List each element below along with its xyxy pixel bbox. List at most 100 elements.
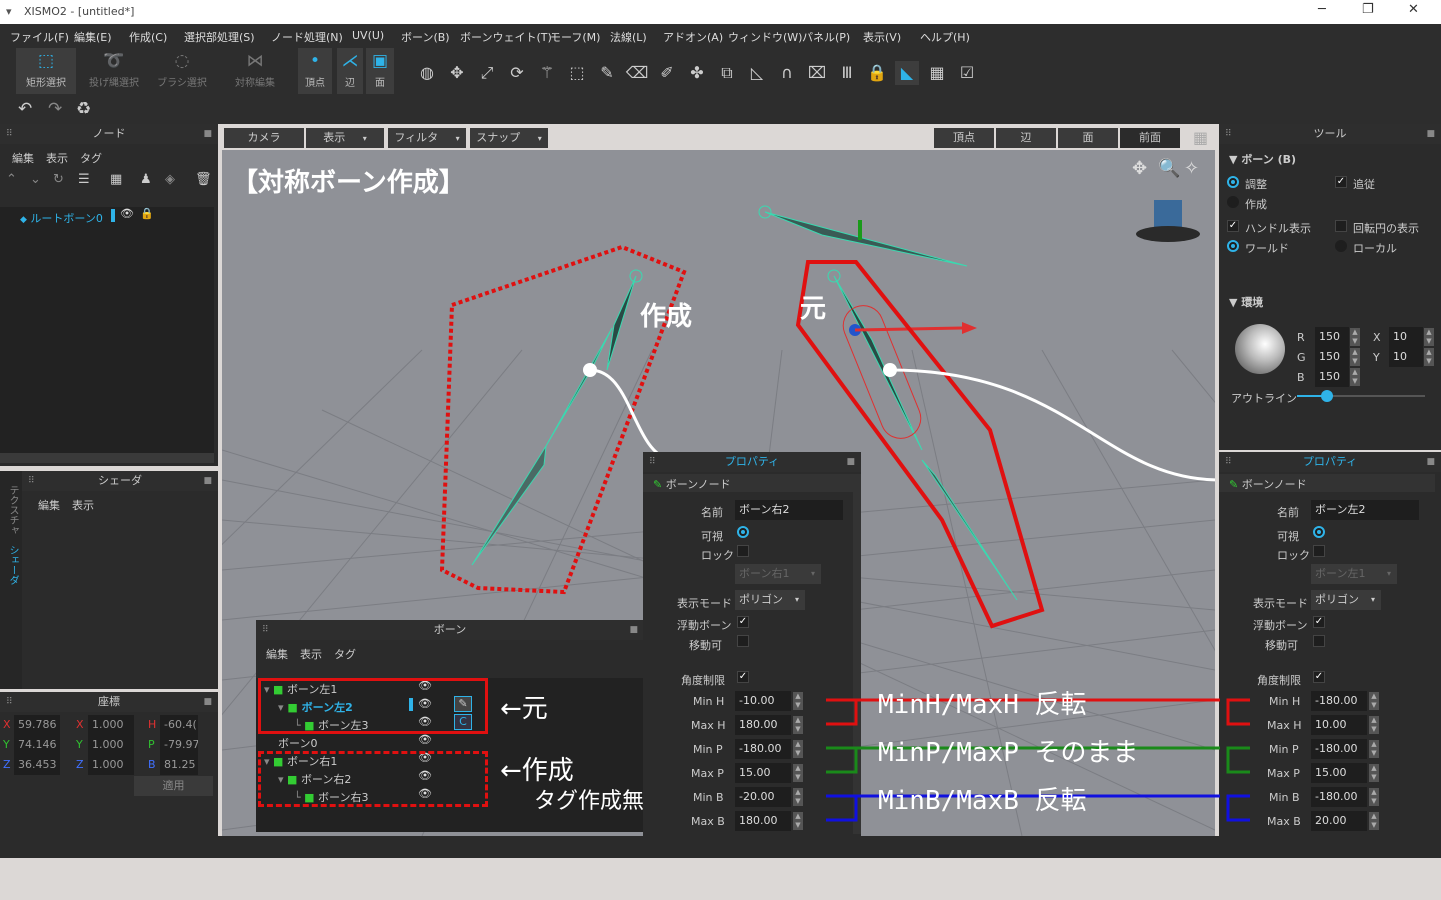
max-p-input[interactable]: 15.00 xyxy=(1311,763,1367,783)
cube-gizmo[interactable] xyxy=(1136,200,1200,242)
close-button[interactable]: ✕ xyxy=(1408,2,1419,17)
h-scrollbar[interactable] xyxy=(0,453,214,463)
section-header[interactable]: ✎ ボーンノード xyxy=(1219,474,1435,492)
grip-icon[interactable]: ⠿ xyxy=(262,620,269,640)
handle-checkbox[interactable]: ✓ xyxy=(1227,220,1239,232)
close-icon[interactable]: ■ xyxy=(1426,124,1435,144)
tab-camera[interactable]: カメラ xyxy=(224,128,304,148)
spinner[interactable]: ▲ ▼ xyxy=(793,716,803,734)
lock-checkbox[interactable] xyxy=(1313,545,1325,557)
max-h-input[interactable]: 180.00 xyxy=(735,715,791,735)
pen-icon[interactable]: ✎ xyxy=(595,61,619,85)
scale-y-input[interactable]: 1.000 xyxy=(88,735,134,755)
b-input[interactable]: 150 xyxy=(1315,367,1349,387)
grip-icon[interactable]: ⠿ xyxy=(1225,124,1232,144)
pos-x-input[interactable]: 59.786 xyxy=(14,715,60,735)
env-section[interactable]: ▼ 環境 xyxy=(1229,294,1263,310)
menu-panel[interactable]: パネル(P) xyxy=(802,29,850,45)
edge-mode-button[interactable]: ⋌ 辺 xyxy=(337,48,363,94)
spinner[interactable]: ▲ ▼ xyxy=(793,692,803,710)
film-icon[interactable]: ▦ xyxy=(925,61,949,85)
section-header[interactable]: ✎ ボーンノード xyxy=(643,474,853,492)
visible-radio[interactable] xyxy=(1313,526,1325,538)
spinner[interactable]: ▲ ▼ xyxy=(793,740,803,758)
paint-icon[interactable]: ✐ xyxy=(655,61,679,85)
light-sphere[interactable] xyxy=(1235,324,1285,374)
menu-boneweight[interactable]: ボーンウェイト(T) xyxy=(460,29,552,45)
name-input[interactable]: ボーン右2 xyxy=(735,500,843,520)
grip-icon[interactable]: ⠿ xyxy=(1225,452,1232,472)
grip-icon[interactable]: ⠿ xyxy=(649,452,656,472)
tab-edge[interactable]: 辺 xyxy=(996,128,1056,148)
menu-uv[interactable]: UV(U) xyxy=(352,29,384,42)
tab-face[interactable]: 面 xyxy=(1058,128,1118,148)
checklist-icon[interactable]: ☑ xyxy=(955,61,979,85)
redo-icon[interactable]: ↷ xyxy=(48,99,62,119)
chevron-up-icon[interactable]: ⌃ xyxy=(6,172,17,187)
outline-slider-thumb[interactable] xyxy=(1321,390,1333,402)
movable-checkbox[interactable] xyxy=(1313,635,1325,647)
pos-z-input[interactable]: 36.453 xyxy=(14,755,60,775)
min-h-input[interactable]: -10.00 xyxy=(735,691,791,711)
spinner[interactable]: ▲ ▼ xyxy=(793,764,803,782)
lasso-select-button[interactable]: ➰ 投げ縄選択 xyxy=(82,48,146,94)
shader-menu-edit[interactable]: 編集 xyxy=(38,499,60,512)
grip-icon[interactable]: ⠿ xyxy=(28,471,35,491)
group-icon[interactable]: ♟ xyxy=(140,172,152,187)
scale-icon[interactable]: ⤢ xyxy=(475,61,499,85)
min-p-input[interactable]: -180.00 xyxy=(1311,739,1367,759)
bone-menu-edit[interactable]: 編集 xyxy=(266,648,288,661)
lock-checkbox[interactable] xyxy=(737,545,749,557)
menu-edit[interactable]: 編集(E) xyxy=(74,29,112,45)
spinner[interactable]: ▲ ▼ xyxy=(1369,740,1379,758)
tree-row[interactable]: ボーン0 xyxy=(278,735,317,751)
movable-checkbox[interactable] xyxy=(737,635,749,647)
menu-node[interactable]: ノード処理(N) xyxy=(271,29,343,45)
spinner[interactable]: ▲ ▼ xyxy=(793,812,803,830)
tab-shader[interactable]: シェーダ xyxy=(5,545,20,585)
minimize-button[interactable]: ─ xyxy=(1318,2,1326,17)
visible-radio[interactable] xyxy=(737,526,749,538)
display-mode-select[interactable]: ポリゴン ▾ xyxy=(1311,590,1381,610)
apply-button[interactable]: 適用 xyxy=(134,776,213,796)
grip-icon[interactable]: ⠿ xyxy=(6,692,13,712)
max-b-input[interactable]: 180.00 xyxy=(735,811,791,831)
spinner[interactable]: ▲ ▼ xyxy=(1369,692,1379,710)
shader-menu-view[interactable]: 表示 xyxy=(72,499,94,512)
menu-help[interactable]: ヘルプ(H) xyxy=(920,29,970,45)
face-mode-button[interactable]: ▣ 面 xyxy=(366,48,394,94)
spinner[interactable]: ▲ ▼ xyxy=(1350,348,1360,366)
orbit-icon[interactable]: ✧ xyxy=(1184,158,1199,179)
rot-h-input[interactable]: -60.4( xyxy=(160,715,198,735)
name-input[interactable]: ボーン左2 xyxy=(1311,500,1419,520)
cube-icon[interactable]: ◈ xyxy=(165,172,175,187)
rect-select-button[interactable]: ⬚ 矩形選択 xyxy=(16,48,76,94)
eraser-icon[interactable]: ⌫ xyxy=(625,61,649,85)
min-p-input[interactable]: -180.00 xyxy=(735,739,791,759)
bone-menu-tag[interactable]: タグ xyxy=(334,648,356,661)
min-h-input[interactable]: -180.00 xyxy=(1311,691,1367,711)
eye-icon[interactable]: 👁 xyxy=(120,207,134,220)
max-p-input[interactable]: 15.00 xyxy=(735,763,791,783)
pos-y-input[interactable]: 74.146 xyxy=(14,735,60,755)
close-icon[interactable]: ■ xyxy=(1426,452,1435,472)
vertex-mode-button[interactable]: • 頂点 xyxy=(298,48,332,94)
local-radio[interactable] xyxy=(1335,240,1347,252)
max-b-input[interactable]: 20.00 xyxy=(1311,811,1367,831)
adjust-radio[interactable] xyxy=(1227,176,1239,188)
trash-icon[interactable]: 🗑 xyxy=(195,172,212,187)
display-mode-select[interactable]: ポリゴン ▾ xyxy=(735,590,805,610)
bars-icon[interactable]: Ⅲ xyxy=(835,61,859,85)
g-input[interactable]: 150 xyxy=(1315,347,1349,367)
chevron-down-icon[interactable]: ⌄ xyxy=(30,172,41,187)
spinner[interactable]: ▲ ▼ xyxy=(1369,764,1379,782)
spinner[interactable]: ▲ ▼ xyxy=(1424,348,1434,366)
shape-icon[interactable]: ◺ xyxy=(745,61,769,85)
rot-b-input[interactable]: 81.25 xyxy=(160,755,198,775)
limit-checkbox[interactable]: ✓ xyxy=(737,671,749,683)
close-icon[interactable]: ■ xyxy=(203,124,212,144)
light-x-input[interactable]: 10 xyxy=(1389,327,1423,347)
puzzle-icon[interactable]: ✤ xyxy=(685,61,709,85)
undo-icon[interactable]: ↶ xyxy=(18,99,32,119)
bone-tool-icon[interactable]: ◣ xyxy=(895,61,919,85)
